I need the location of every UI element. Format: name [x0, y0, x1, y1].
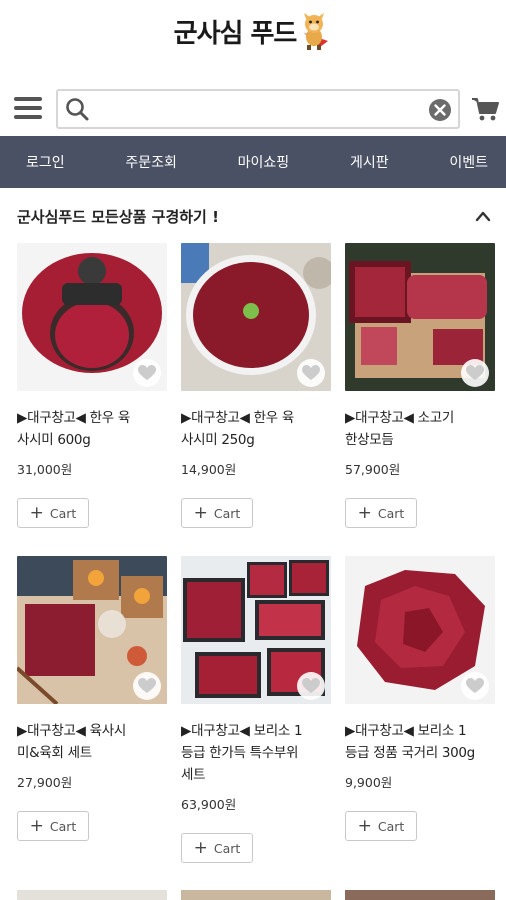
product-image[interactable] — [345, 243, 495, 391]
product-name-line: 등급 한가득 특수부위 — [181, 745, 299, 761]
product-price: 9,900원 — [345, 775, 393, 790]
add-to-cart-button[interactable]: + Cart — [181, 498, 253, 528]
section-title: 군사심푸드 모든상품 구경하기 ! — [17, 208, 219, 226]
product-name[interactable]: ▶대구창고◀ 보리소 1 등급 한가득 특수부위 세트 — [181, 720, 331, 786]
add-to-cart-button[interactable]: + Cart — [17, 811, 89, 841]
product-grid: ▶대구창고◀ 한우 육 사시미 600g 31,000원 + Cart ▶대구창고… — [0, 243, 506, 900]
product-name-line: 한상모듬 — [345, 432, 394, 448]
add-to-cart-button[interactable]: + Cart — [17, 498, 89, 528]
heart-icon[interactable] — [297, 359, 325, 387]
product-price: 14,900원 — [181, 462, 237, 477]
product-name-line: ▶대구창고◀ 소고기 — [345, 410, 454, 426]
product-image-peek — [181, 890, 331, 900]
product-name[interactable]: ▶대구창고◀ 소고기 한상모듬 — [345, 407, 495, 451]
product-name-line: 사시미 600g — [17, 432, 91, 448]
nav-board[interactable]: 게시판 — [350, 152, 389, 172]
cart-button-label: Cart — [377, 505, 405, 521]
cart-button-label: Cart — [213, 505, 241, 521]
product-card[interactable]: ▶대구창고◀ 한우 육 사시미 600g 31,000원 + Cart — [17, 243, 167, 528]
search-box[interactable] — [56, 89, 460, 129]
add-to-cart-button[interactable]: + Cart — [181, 833, 253, 863]
product-card[interactable]: ▶대구창고◀ 소고기 한상모듬 57,900원 + Cart — [345, 243, 495, 528]
chevron-up-icon[interactable] — [474, 208, 492, 222]
product-price: 31,000원 — [17, 462, 73, 477]
product-image[interactable] — [17, 556, 167, 704]
product-name-line: ▶대구창고◀ 보리소 1 — [181, 723, 303, 739]
product-image-peek — [345, 890, 495, 900]
search-bar — [0, 88, 506, 132]
product-price: 57,900원 — [345, 462, 401, 477]
product-card[interactable]: ▶대구창고◀ 보리소 1 등급 한가득 특수부위 세트 63,900원 + Car… — [181, 556, 331, 863]
plus-icon: + — [193, 838, 208, 858]
cart-button-label: Cart — [377, 818, 405, 834]
section-header: 군사심푸드 모든상품 구경하기 ! — [0, 200, 506, 232]
product-name-line: 등급 정품 국거리 300g — [345, 745, 475, 761]
cart-button-label: Cart — [49, 505, 77, 521]
brand-logo[interactable]: 군사심 푸드 — [0, 0, 506, 62]
product-image[interactable] — [181, 556, 331, 704]
cart-button-label: Cart — [213, 840, 241, 856]
product-card[interactable]: ▶대구창고◀ 육사시 미&육회 세트 27,900원 + Cart — [17, 556, 167, 841]
heart-icon[interactable] — [133, 672, 161, 700]
product-price: 27,900원 — [17, 775, 73, 790]
product-name-line: ▶대구창고◀ 육사시 — [17, 723, 126, 739]
brand-logo-text: 군사심 푸드 — [173, 18, 298, 49]
product-name-line: 세트 — [181, 767, 206, 783]
add-to-cart-button[interactable]: + Cart — [345, 498, 417, 528]
plus-icon: + — [29, 816, 44, 836]
nav-my-shopping[interactable]: 마이쇼핑 — [238, 152, 290, 172]
product-name[interactable]: ▶대구창고◀ 한우 육 사시미 250g — [181, 407, 331, 451]
product-image-peek — [17, 890, 167, 900]
nav-event[interactable]: 이벤트 — [449, 152, 488, 172]
product-name-line: 사시미 250g — [181, 432, 255, 448]
product-image[interactable] — [345, 556, 495, 704]
heart-icon[interactable] — [133, 359, 161, 387]
product-image[interactable] — [181, 243, 331, 391]
heart-icon[interactable] — [461, 672, 489, 700]
nav-order-lookup[interactable]: 주문조회 — [125, 152, 177, 172]
product-price: 63,900원 — [181, 797, 237, 812]
mascot-icon — [298, 11, 332, 51]
plus-icon: + — [193, 503, 208, 523]
product-name[interactable]: ▶대구창고◀ 한우 육 사시미 600g — [17, 407, 167, 451]
heart-icon[interactable] — [461, 359, 489, 387]
product-name-line: 미&육회 세트 — [17, 745, 92, 761]
product-name[interactable]: ▶대구창고◀ 보리소 1 등급 정품 국거리 300g — [345, 720, 495, 764]
nav-login[interactable]: 로그인 — [26, 152, 65, 172]
main-nav: 로그인 주문조회 마이쇼핑 게시판 이벤트 — [0, 136, 506, 188]
cart-button-label: Cart — [49, 818, 77, 834]
cart-icon[interactable] — [470, 94, 500, 124]
heart-icon[interactable] — [297, 672, 325, 700]
clear-icon[interactable] — [428, 98, 452, 122]
product-name-line: ▶대구창고◀ 한우 육 — [17, 410, 130, 426]
plus-icon: + — [357, 503, 372, 523]
plus-icon: + — [357, 816, 372, 836]
product-card[interactable]: ▶대구창고◀ 보리소 1 등급 정품 국거리 300g 9,900원 + Cart — [345, 556, 495, 841]
search-icon[interactable] — [64, 96, 90, 122]
plus-icon: + — [29, 503, 44, 523]
search-input[interactable] — [94, 95, 424, 123]
add-to-cart-button[interactable]: + Cart — [345, 811, 417, 841]
product-name[interactable]: ▶대구창고◀ 육사시 미&육회 세트 — [17, 720, 167, 764]
menu-icon[interactable] — [14, 97, 42, 121]
product-name-line: ▶대구창고◀ 한우 육 — [181, 410, 294, 426]
product-name-line: ▶대구창고◀ 보리소 1 — [345, 723, 467, 739]
product-card[interactable]: ▶대구창고◀ 한우 육 사시미 250g 14,900원 + Cart — [181, 243, 331, 528]
product-image[interactable] — [17, 243, 167, 391]
